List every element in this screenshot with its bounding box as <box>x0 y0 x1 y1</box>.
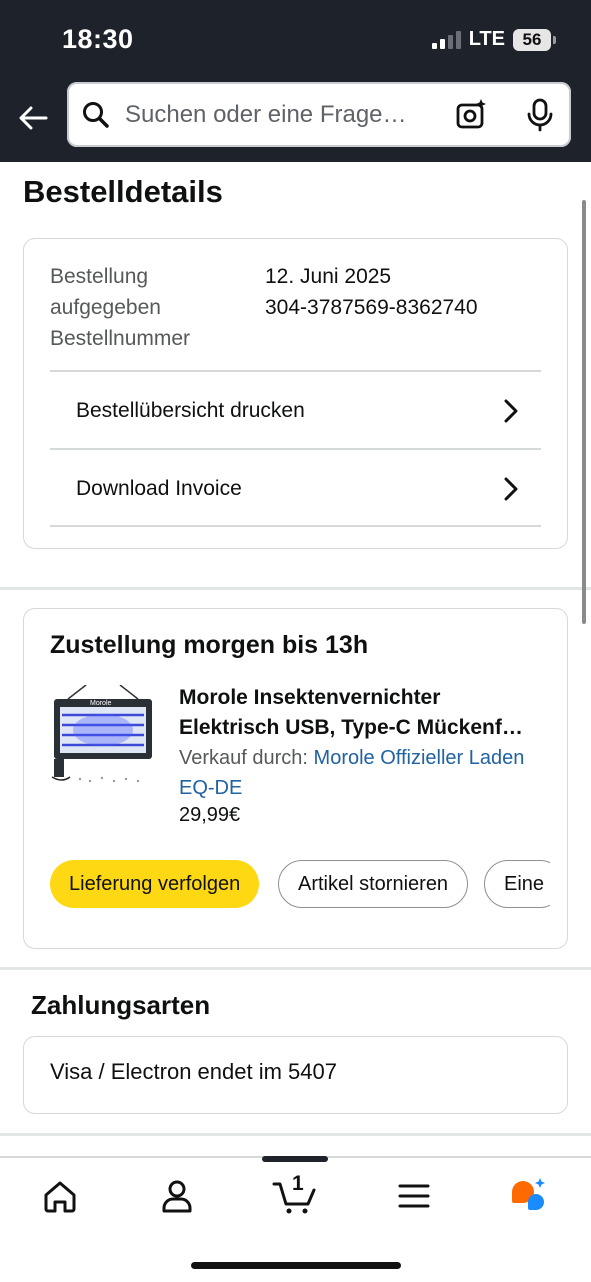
product-image[interactable]: Morole <box>50 685 156 791</box>
order-info-card: Bestellung aufgegeben Bestellnummer 12. … <box>23 238 568 549</box>
section-divider <box>0 967 591 970</box>
ai-assistant-icon[interactable] <box>508 1176 548 1216</box>
track-delivery-button[interactable]: Lieferung verfolgen <box>50 860 260 908</box>
order-placed-label-2: aufgegeben <box>50 296 161 319</box>
seller-link-2[interactable]: EQ-DE <box>179 777 242 799</box>
back-arrow-icon[interactable] <box>16 100 52 136</box>
order-number-label: Bestellnummer <box>50 327 191 350</box>
order-labels: Bestellung aufgegeben Bestellnummer <box>50 261 240 354</box>
battery-level: 56 <box>522 29 542 49</box>
search-bar[interactable] <box>67 82 571 147</box>
home-icon[interactable] <box>40 1176 80 1216</box>
sheet-handle <box>262 1156 328 1162</box>
scrollbar[interactable] <box>582 200 586 624</box>
product-title[interactable]: Morole Insektenvernichter Elektrisch USB… <box>179 683 549 743</box>
cart-count-badge: 1 <box>292 1172 304 1195</box>
order-date: 12. Juni 2025 <box>265 265 392 288</box>
chevron-right-icon <box>504 477 518 501</box>
chevron-right-icon <box>504 399 518 423</box>
status-time: 18:30 <box>62 24 134 54</box>
product-brand-mark: Morole <box>90 700 112 707</box>
cancel-item-button[interactable]: Artikel stornieren <box>278 860 469 908</box>
delivery-heading: Zustellung morgen bis 13h <box>50 631 369 659</box>
account-icon[interactable] <box>157 1176 197 1216</box>
action-buttons: Lieferung verfolgen Artikel stornieren E… <box>50 860 550 910</box>
more-action-button[interactable]: Eine <box>484 860 550 908</box>
battery-icon: 56 <box>513 28 556 51</box>
microphone-icon[interactable] <box>525 98 555 132</box>
print-summary-row[interactable]: Bestellübersicht drucken <box>50 370 541 449</box>
menu-icon[interactable] <box>394 1176 434 1216</box>
payment-heading: Zahlungsarten <box>31 990 211 1020</box>
order-placed-label: Bestellung <box>50 265 149 288</box>
seller-info: Verkauf durch: Morole Offizieller Laden … <box>179 743 549 803</box>
section-divider <box>0 1133 591 1136</box>
sold-by-label: Verkauf durch: <box>179 747 308 769</box>
page-title: Bestelldetails <box>23 174 223 209</box>
home-indicator <box>191 1262 401 1269</box>
product-title-line-1: Morole Insektenvernichter <box>179 686 441 709</box>
camera-search-icon[interactable] <box>455 98 489 132</box>
divider <box>50 525 541 527</box>
search-input[interactable] <box>123 96 427 134</box>
seller-link[interactable]: Morole Offizieller Laden <box>314 747 525 769</box>
delivery-card: Zustellung morgen bis 13h Morole Morole … <box>23 608 568 949</box>
order-values: 12. Juni 2025 304-3787569-8362740 <box>265 261 478 323</box>
order-number: 304-3787569-8362740 <box>265 296 478 319</box>
network-label: LTE <box>468 28 505 50</box>
product-price: 29,99€ <box>179 804 241 826</box>
print-summary-label: Bestellübersicht drucken <box>76 398 305 422</box>
download-invoice-row[interactable]: Download Invoice <box>50 448 541 527</box>
product-title-line-2: Elektrisch USB, Type-C Mückenf… <box>179 716 523 739</box>
status-indicators: LTE 56 <box>431 28 556 51</box>
download-invoice-label: Download Invoice <box>76 476 242 500</box>
section-divider <box>0 587 591 590</box>
payment-method: Visa / Electron endet im 5407 <box>50 1059 337 1084</box>
payment-card: Visa / Electron endet im 5407 <box>23 1036 568 1114</box>
app-header: 18:30 LTE 56 <box>0 0 591 162</box>
search-icon <box>83 102 109 128</box>
signal-icon <box>431 30 461 49</box>
